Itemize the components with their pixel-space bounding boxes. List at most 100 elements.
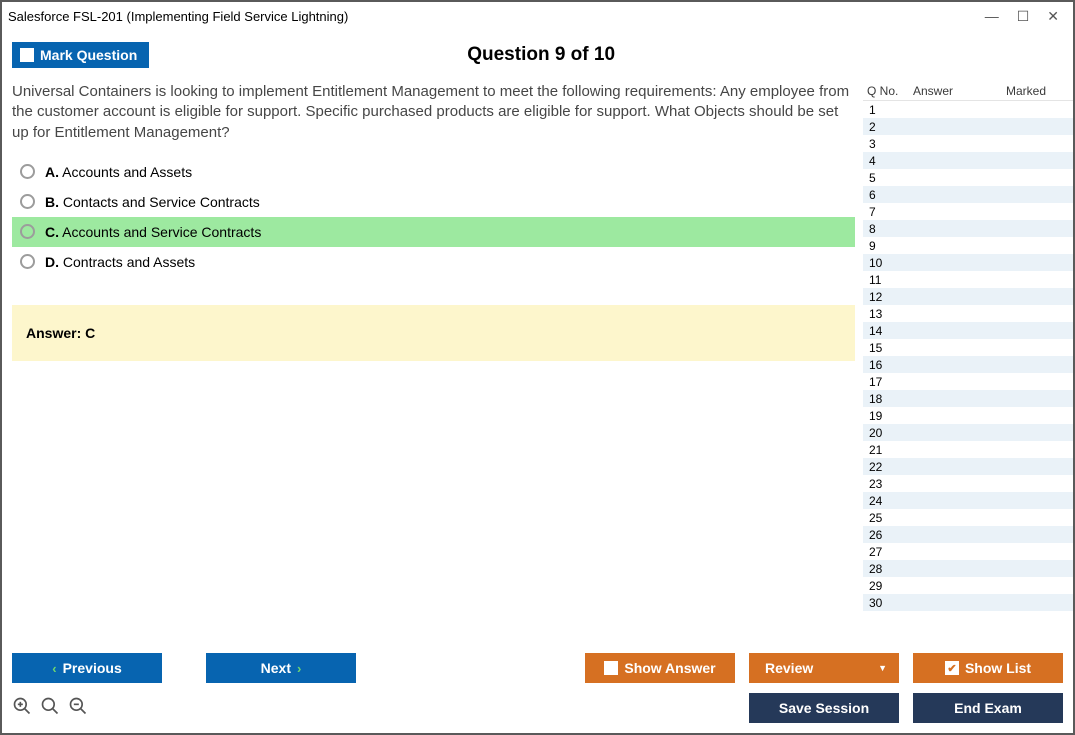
- row-qno: 28: [869, 562, 909, 576]
- row-qno: 14: [869, 324, 909, 338]
- option-A[interactable]: A. Accounts and Assets: [12, 157, 855, 187]
- option-label: B. Contacts and Service Contracts: [45, 194, 260, 210]
- row-qno: 1: [869, 103, 909, 117]
- row-qno: 13: [869, 307, 909, 321]
- row-qno: 24: [869, 494, 909, 508]
- radio-icon: [20, 254, 35, 269]
- row-qno: 11: [869, 273, 909, 287]
- end-exam-button[interactable]: End Exam: [913, 693, 1063, 723]
- question-list-row[interactable]: 27: [863, 543, 1073, 560]
- col-answer: Answer: [913, 84, 983, 98]
- row-qno: 21: [869, 443, 909, 457]
- question-list-row[interactable]: 15: [863, 339, 1073, 356]
- row-qno: 3: [869, 137, 909, 151]
- row-qno: 4: [869, 154, 909, 168]
- question-list-row[interactable]: 11: [863, 271, 1073, 288]
- review-button[interactable]: Review ▼: [749, 653, 899, 683]
- row-qno: 2: [869, 120, 909, 134]
- question-list-row[interactable]: 29: [863, 577, 1073, 594]
- question-counter: Question 9 of 10: [19, 44, 1063, 66]
- question-list-row[interactable]: 6: [863, 186, 1073, 203]
- app-window: Salesforce FSL-201 (Implementing Field S…: [0, 0, 1075, 735]
- minimize-icon[interactable]: —: [985, 8, 999, 25]
- question-list-row[interactable]: 5: [863, 169, 1073, 186]
- question-list-row[interactable]: 23: [863, 475, 1073, 492]
- question-list-row[interactable]: 18: [863, 390, 1073, 407]
- option-D[interactable]: D. Contracts and Assets: [12, 247, 855, 277]
- question-list-row[interactable]: 12: [863, 288, 1073, 305]
- footer: ‹ Previous Next › Show Answer Review ▼ ✔…: [2, 641, 1073, 733]
- question-list-row[interactable]: 19: [863, 407, 1073, 424]
- question-list-row[interactable]: 8: [863, 220, 1073, 237]
- question-list-row[interactable]: 13: [863, 305, 1073, 322]
- zoom-in-icon[interactable]: [12, 696, 32, 721]
- chevron-left-icon: ‹: [52, 661, 56, 676]
- body: Universal Containers is looking to imple…: [2, 82, 1073, 641]
- question-list[interactable]: 1234567891011121314151617181920212223242…: [863, 100, 1073, 641]
- show-list-label: Show List: [965, 660, 1031, 676]
- checkbox-icon: [604, 661, 618, 675]
- footer-row-1: ‹ Previous Next › Show Answer Review ▼ ✔…: [12, 653, 1063, 683]
- col-qno: Q No.: [867, 84, 913, 98]
- show-answer-button[interactable]: Show Answer: [585, 653, 735, 683]
- show-list-button[interactable]: ✔ Show List: [913, 653, 1063, 683]
- zoom-icon[interactable]: [40, 696, 60, 721]
- question-list-row[interactable]: 10: [863, 254, 1073, 271]
- radio-icon: [20, 164, 35, 179]
- question-list-row[interactable]: 17: [863, 373, 1073, 390]
- question-area: Universal Containers is looking to imple…: [12, 82, 863, 641]
- row-qno: 23: [869, 477, 909, 491]
- header: Mark Question Question 9 of 10: [2, 32, 1073, 82]
- checkbox-checked-icon: ✔: [945, 661, 959, 675]
- option-B[interactable]: B. Contacts and Service Contracts: [12, 187, 855, 217]
- row-qno: 12: [869, 290, 909, 304]
- question-list-row[interactable]: 25: [863, 509, 1073, 526]
- next-button[interactable]: Next ›: [206, 653, 356, 683]
- review-label: Review: [765, 660, 813, 676]
- footer-row-2: Save Session End Exam: [12, 693, 1063, 723]
- row-qno: 6: [869, 188, 909, 202]
- end-exam-label: End Exam: [954, 700, 1022, 716]
- row-qno: 25: [869, 511, 909, 525]
- row-qno: 9: [869, 239, 909, 253]
- question-text: Universal Containers is looking to imple…: [12, 82, 855, 143]
- close-icon[interactable]: ✕: [1047, 8, 1059, 25]
- question-list-row[interactable]: 2: [863, 118, 1073, 135]
- previous-button[interactable]: ‹ Previous: [12, 653, 162, 683]
- row-qno: 15: [869, 341, 909, 355]
- question-list-header: Q No. Answer Marked: [863, 82, 1073, 100]
- question-list-row[interactable]: 4: [863, 152, 1073, 169]
- row-qno: 10: [869, 256, 909, 270]
- question-list-row[interactable]: 26: [863, 526, 1073, 543]
- question-list-row[interactable]: 3: [863, 135, 1073, 152]
- option-label: D. Contracts and Assets: [45, 254, 195, 270]
- answer-box: Answer: C: [12, 305, 855, 361]
- question-list-panel: Q No. Answer Marked 12345678910111213141…: [863, 82, 1073, 641]
- question-list-row[interactable]: 1: [863, 101, 1073, 118]
- question-list-row[interactable]: 30: [863, 594, 1073, 611]
- window-controls: — ☐ ✕: [985, 8, 1067, 25]
- question-list-row[interactable]: 9: [863, 237, 1073, 254]
- zoom-controls: [12, 696, 88, 721]
- question-list-row[interactable]: 24: [863, 492, 1073, 509]
- chevron-right-icon: ›: [297, 661, 301, 676]
- zoom-out-icon[interactable]: [68, 696, 88, 721]
- row-qno: 18: [869, 392, 909, 406]
- save-session-button[interactable]: Save Session: [749, 693, 899, 723]
- row-qno: 30: [869, 596, 909, 610]
- question-list-row[interactable]: 14: [863, 322, 1073, 339]
- radio-icon: [20, 194, 35, 209]
- question-list-row[interactable]: 22: [863, 458, 1073, 475]
- question-list-row[interactable]: 20: [863, 424, 1073, 441]
- question-list-row[interactable]: 21: [863, 441, 1073, 458]
- next-label: Next: [261, 660, 291, 676]
- col-marked: Marked: [983, 84, 1069, 98]
- option-C[interactable]: C. Accounts and Service Contracts: [12, 217, 855, 247]
- window-title: Salesforce FSL-201 (Implementing Field S…: [8, 9, 985, 24]
- row-qno: 19: [869, 409, 909, 423]
- row-qno: 22: [869, 460, 909, 474]
- question-list-row[interactable]: 16: [863, 356, 1073, 373]
- question-list-row[interactable]: 7: [863, 203, 1073, 220]
- question-list-row[interactable]: 28: [863, 560, 1073, 577]
- maximize-icon[interactable]: ☐: [1017, 8, 1030, 25]
